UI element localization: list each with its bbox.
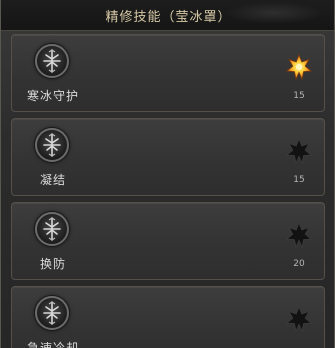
ice-rune-icon[interactable]: [35, 128, 69, 162]
skill-name: 急速冷却: [26, 341, 79, 348]
skill-level: 20: [293, 259, 305, 269]
panel-title: 精修技能（莹冰罩）: [105, 10, 232, 25]
gold-star-icon[interactable]: [286, 54, 312, 80]
skill-name: 凝结: [39, 173, 66, 187]
skill-row[interactable]: 凝结 15: [11, 118, 325, 196]
skill-row[interactable]: 寒冰守护 15: [11, 34, 325, 112]
skill-row[interactable]: 换防 20: [11, 202, 325, 280]
ice-rune-icon[interactable]: [35, 44, 69, 78]
dark-star-icon[interactable]: [286, 138, 312, 164]
dark-star-icon[interactable]: [286, 222, 312, 248]
skill-name: 寒冰守护: [26, 89, 79, 103]
skill-level: 15: [293, 91, 305, 101]
dark-star-icon[interactable]: [286, 306, 312, 332]
ice-rune-icon[interactable]: [35, 296, 69, 330]
panel-header: 精修技能（莹冰罩）: [1, 0, 334, 31]
refine-skill-panel: 精修技能（莹冰罩） 寒冰守护 15 凝结 15 换防 20 急速冷却: [0, 0, 335, 348]
ice-rune-icon[interactable]: [35, 212, 69, 246]
skill-row[interactable]: 急速冷却: [11, 286, 325, 348]
skill-level: 15: [293, 175, 305, 185]
skill-name: 换防: [39, 257, 66, 271]
